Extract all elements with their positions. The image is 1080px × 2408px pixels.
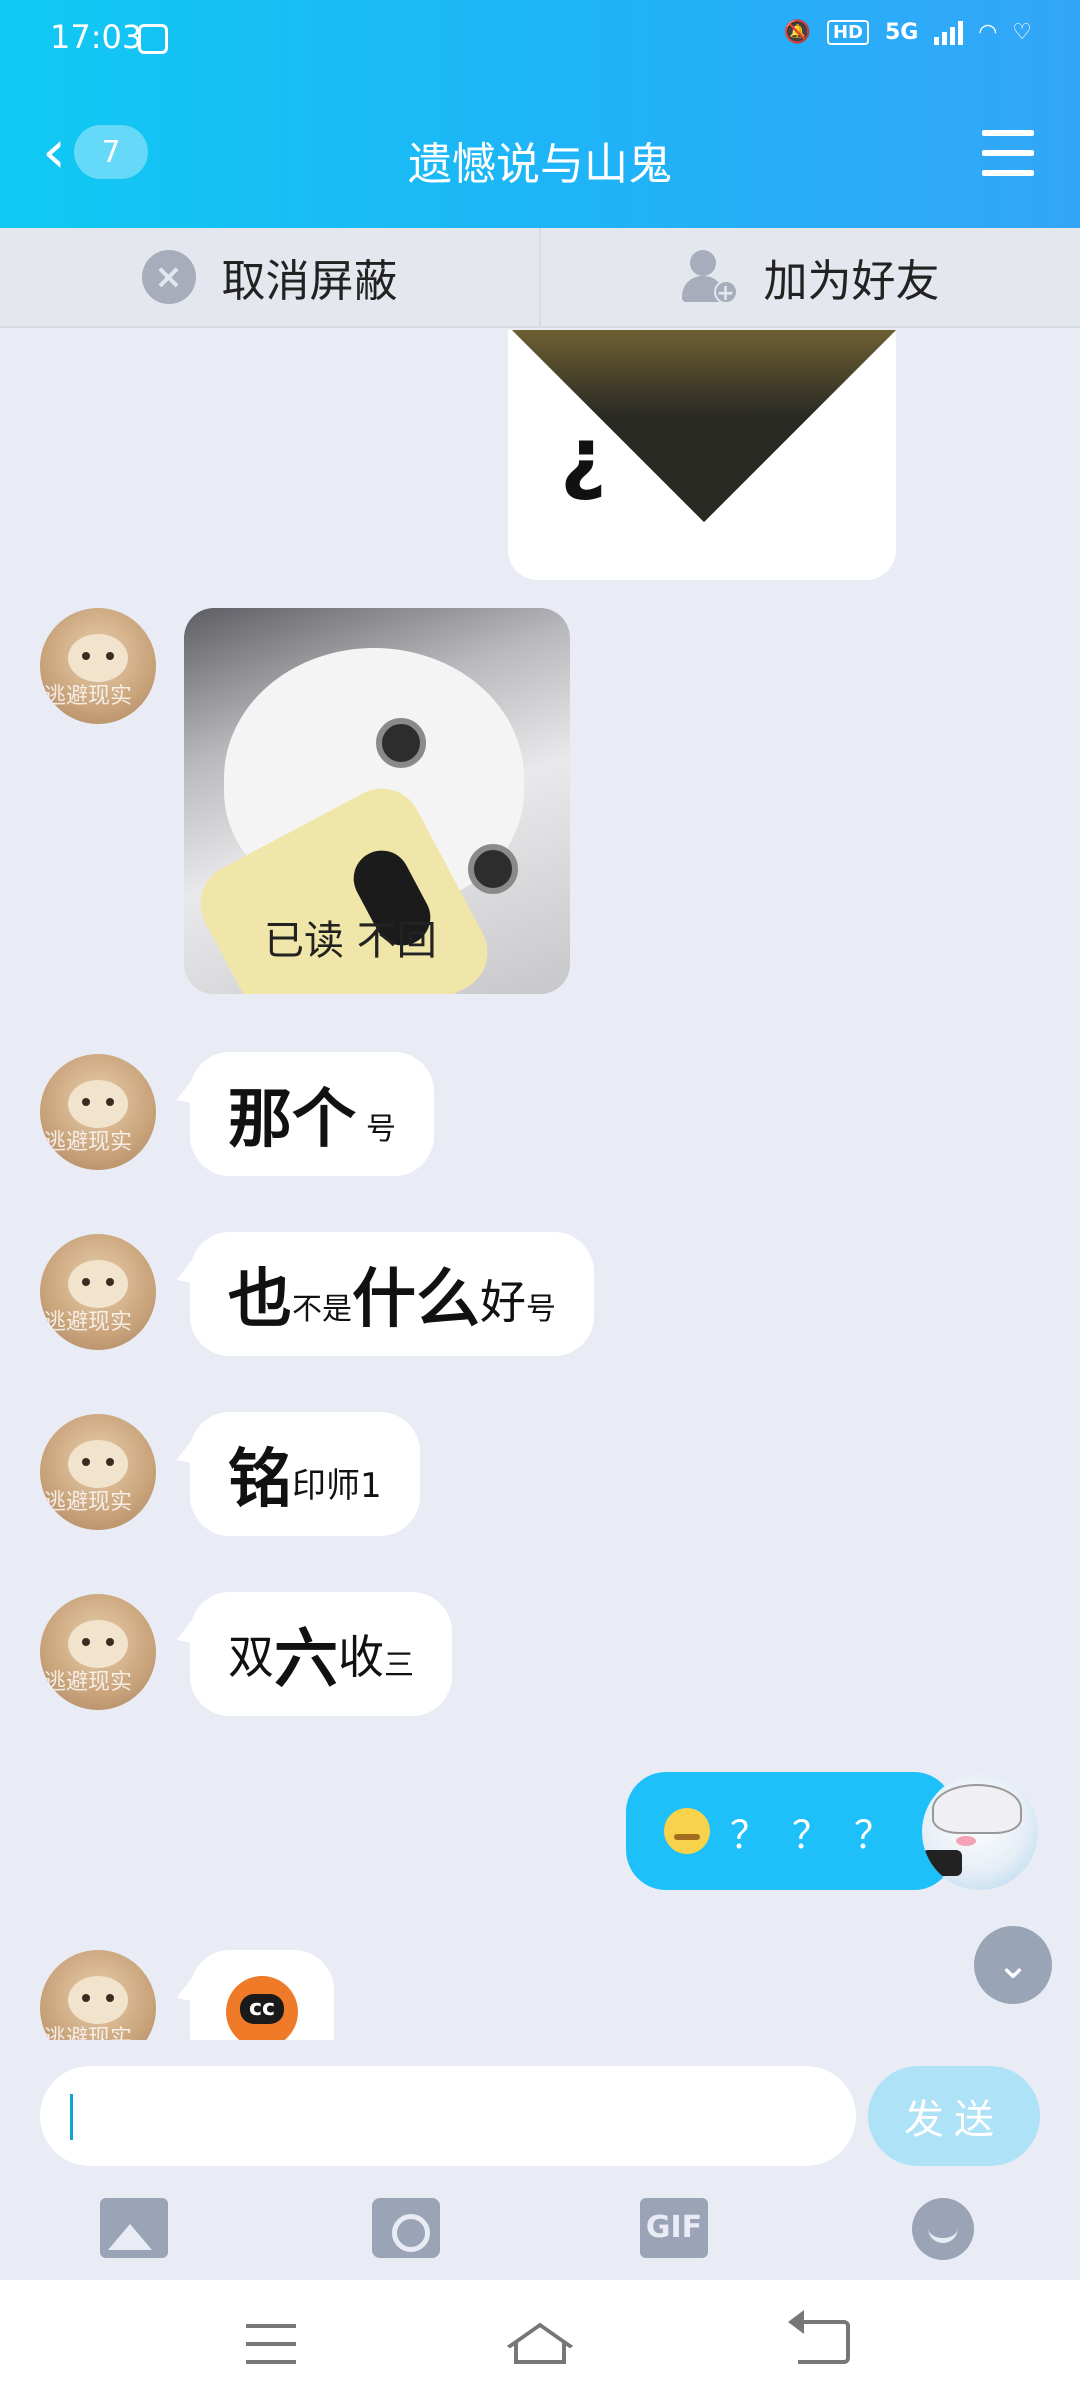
image-icon[interactable]	[100, 2198, 168, 2258]
message-text: 不是	[292, 1292, 352, 1327]
toolbar: GIF	[0, 2188, 1080, 2272]
avatar-watermark: 逃避现实	[44, 1310, 133, 1335]
message-bubble[interactable]: 那个 号	[190, 1052, 434, 1176]
hd-badge: HD	[826, 20, 869, 45]
avatar-watermark: 逃避现实	[44, 1490, 133, 1515]
message-text: 也	[228, 1263, 292, 1337]
message-text: 收	[338, 1630, 384, 1684]
top-bar: 17:03 🔕 HD 5G ◠ ♡ ‹ 7 遗憾说与山鬼	[0, 0, 1080, 228]
emoji-message-bubble[interactable]	[190, 1950, 334, 2040]
sticker-caption: 已读 不回	[264, 918, 437, 964]
message-text: 印师1	[292, 1465, 382, 1506]
tiger-sticker-icon	[226, 1976, 298, 2040]
status-time: 17:03	[50, 18, 143, 56]
chat-title: 遗憾说与山鬼	[408, 139, 672, 190]
avatar-watermark: 逃避现实	[44, 2026, 133, 2040]
chat-header: ‹ 7 遗憾说与山鬼	[0, 80, 1080, 228]
avatar[interactable]: 逃避现实	[40, 1594, 156, 1710]
menu-icon[interactable]	[982, 130, 1034, 176]
unblock-button[interactable]: × 取消屏蔽	[0, 228, 539, 326]
my-message-bubble[interactable]: ？？？	[626, 1772, 955, 1890]
back-icon[interactable]	[788, 2310, 850, 2364]
input-area: 发送 GIF	[0, 2040, 1080, 2280]
avatar-watermark: 逃避现实	[44, 1130, 133, 1155]
message-list[interactable]: ¿ 逃避现实 已读 不回 逃避现实 那个 号 逃避现实 也 不是 什么 好 号 …	[0, 330, 1080, 2040]
notification-icon	[138, 24, 168, 54]
system-nav-bar	[0, 2280, 1080, 2408]
status-bar: 17:03 🔕 HD 5G ◠ ♡	[0, 0, 1080, 80]
message-text: 什么	[352, 1263, 480, 1337]
message-text: 三	[384, 1648, 414, 1683]
avatar[interactable]: 逃避现实	[40, 1414, 156, 1530]
chevron-down-icon: ⌄	[996, 1942, 1030, 1988]
avatar-watermark: 逃避现实	[44, 684, 133, 709]
message-text: 那个	[228, 1083, 356, 1157]
sticker-message-inverted-question[interactable]: ¿	[508, 330, 896, 580]
message-text: 号	[526, 1292, 556, 1327]
recents-icon[interactable]	[246, 2324, 296, 2364]
message-bubble[interactable]: 双 六 收 三	[190, 1592, 452, 1716]
mute-icon: 🔕	[783, 20, 811, 45]
avatar[interactable]: 逃避现实	[40, 1950, 156, 2040]
wifi-icon: ◠	[979, 20, 997, 45]
message-text: 好	[480, 1275, 526, 1329]
avatar[interactable]: 逃避现实	[40, 608, 156, 724]
text-caret	[70, 2094, 73, 2140]
message-bubble[interactable]: 也 不是 什么 好 号	[190, 1232, 594, 1356]
message-bubble[interactable]: 铭 印师1	[190, 1412, 420, 1536]
sticker-caption: ¿	[560, 410, 607, 503]
send-button[interactable]: 发送	[868, 2066, 1040, 2166]
message-text: 号	[366, 1112, 396, 1147]
scroll-to-bottom-button[interactable]: ⌄	[974, 1926, 1052, 2004]
avatar[interactable]: 逃避现实	[40, 1054, 156, 1170]
camera-icon[interactable]	[372, 2198, 440, 2258]
message-text: 铭	[228, 1443, 292, 1517]
close-circle-icon: ×	[141, 250, 196, 304]
add-friend-button[interactable]: + 加为好友	[539, 228, 1080, 326]
avatar[interactable]: 逃避现实	[40, 1234, 156, 1350]
message-input[interactable]	[40, 2066, 856, 2166]
sticker-message-cat[interactable]: 已读 不回	[184, 608, 570, 994]
message-text: 双	[228, 1630, 274, 1684]
my-avatar[interactable]	[922, 1774, 1038, 1890]
network-label: 5G	[884, 20, 919, 45]
signal-icon	[934, 20, 964, 45]
message-text: 六	[274, 1623, 338, 1697]
home-icon[interactable]	[506, 2316, 574, 2370]
message-text: ？？？	[730, 1812, 917, 1857]
add-person-icon: +	[681, 250, 738, 306]
unblock-label: 取消屏蔽	[221, 256, 398, 307]
avatar-watermark: 逃避现实	[44, 1670, 133, 1695]
battery-icon: ♡	[1012, 20, 1032, 45]
squint-smiley-icon	[664, 1808, 710, 1854]
status-icons: 🔕 HD 5G ◠ ♡	[784, 20, 1032, 45]
stranger-action-bar: × 取消屏蔽 + 加为好友	[0, 228, 1080, 328]
add-friend-label: 加为好友	[763, 256, 940, 307]
emoji-icon[interactable]	[912, 2198, 974, 2260]
gif-icon[interactable]: GIF	[640, 2198, 708, 2258]
